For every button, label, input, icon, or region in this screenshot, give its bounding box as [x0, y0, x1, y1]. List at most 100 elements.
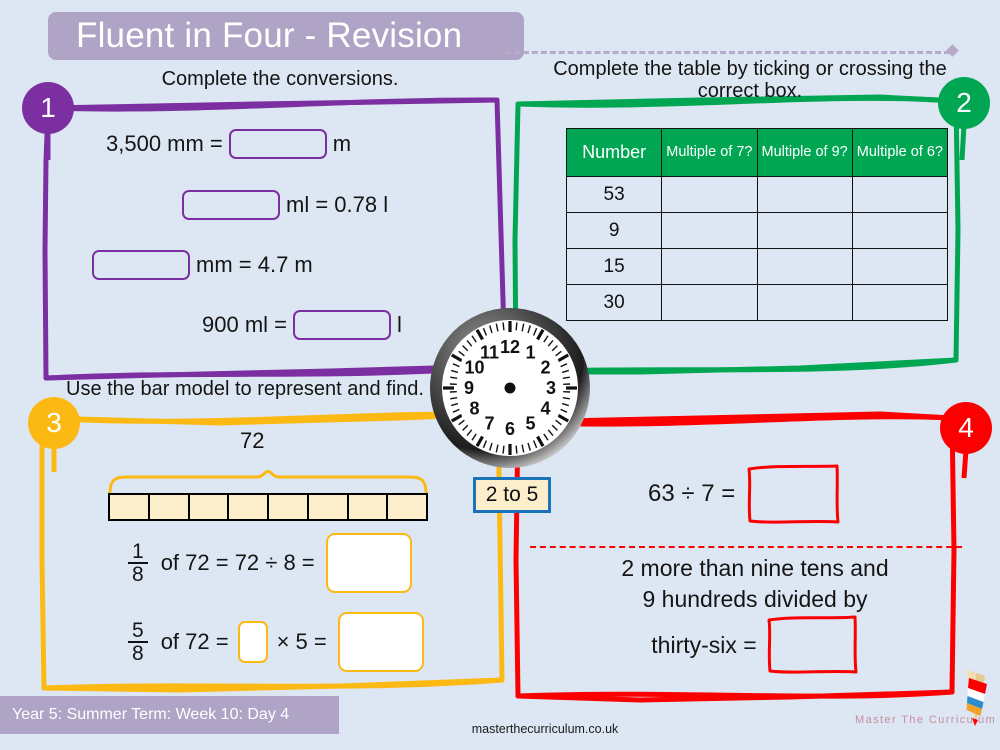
- fraction-denominator: 8: [128, 562, 148, 585]
- table-answer-cell[interactable]: [661, 284, 758, 321]
- page-title: Fluent in Four - Revision: [76, 16, 463, 55]
- title-dash-endpoint: [946, 44, 959, 57]
- page-title-bar: Fluent in Four - Revision: [48, 12, 524, 60]
- word-problem-line-2: 9 hundreds divided by: [642, 585, 868, 612]
- fraction-answer-input[interactable]: [325, 533, 412, 593]
- clock-time-label: 2 to 5: [473, 477, 551, 513]
- bar-segment: [349, 495, 389, 519]
- table-answer-cell[interactable]: [756, 212, 853, 249]
- fraction-equation-text: of 72 = 72 ÷ 8 =: [160, 550, 315, 575]
- conversion-row: ml = 0.78 l: [178, 190, 390, 220]
- table-answer-cell[interactable]: [756, 284, 853, 321]
- bar-segment: [110, 495, 150, 519]
- table-answer-cell[interactable]: [851, 284, 949, 321]
- clock-numeral-7: 7: [484, 414, 494, 434]
- conversion-answer-input[interactable]: [182, 190, 280, 220]
- panel-2-prompt: Complete the table by ticking or crossin…: [553, 58, 947, 103]
- fraction: 5 8: [128, 618, 148, 665]
- word-problem-line-1: 2 more than nine tens and: [621, 555, 889, 581]
- table-answer-cell[interactable]: [851, 176, 949, 213]
- table-header-cell: Number: [565, 128, 663, 177]
- panel-4-frame-bottom: [515, 689, 955, 699]
- multiples-table: Number Multiple of 7? Multiple of 9? Mul…: [565, 128, 949, 321]
- fraction-equation-text-b: × 5 =: [276, 629, 327, 654]
- table-number-cell: 15: [565, 248, 663, 285]
- clock-numeral-8: 8: [469, 399, 479, 419]
- table-number-cell: 9: [565, 212, 663, 249]
- clock-numeral-11: 11: [480, 343, 499, 363]
- footer-website-url: masterthecurriculum.co.uk: [471, 722, 619, 736]
- clock-numeral-12: 12: [500, 337, 520, 357]
- word-problem-answer-input[interactable]: [765, 614, 859, 676]
- table-header-row: Number Multiple of 7? Multiple of 9? Mul…: [565, 128, 949, 177]
- conversion-rhs: m: [332, 131, 352, 156]
- panel-1-frame-wobble: [45, 97, 500, 112]
- clock-numeral-2: 2: [540, 358, 550, 378]
- bar-model: [108, 493, 428, 521]
- bar-segment: [190, 495, 230, 519]
- table-answer-cell[interactable]: [661, 212, 758, 249]
- panel-4-divider: [530, 546, 962, 548]
- fraction-answer-input[interactable]: [337, 612, 424, 672]
- clock-numeral-9: 9: [464, 378, 474, 398]
- conversion-rhs: l: [397, 312, 402, 337]
- conversion-row: 900 ml = l: [200, 310, 404, 340]
- conversion-rhs: ml = 0.78 l: [286, 192, 389, 217]
- table-row: 53: [565, 176, 949, 213]
- footer-term-label: Year 5: Summer Term: Week 10: Day 4: [12, 706, 290, 723]
- conversion-answer-input[interactable]: [228, 129, 327, 159]
- division-answer-input[interactable]: [745, 462, 841, 526]
- pencil-logo: [966, 670, 987, 726]
- bar-model-brace: [108, 470, 428, 494]
- clock-numeral-5: 5: [525, 414, 535, 434]
- footer-term-band: Year 5: Summer Term: Week 10: Day 4: [0, 696, 339, 734]
- conversion-lhs: 3,500 mm =: [106, 131, 223, 156]
- table-answer-cell[interactable]: [661, 248, 758, 285]
- fraction-numerator: 5: [132, 618, 144, 642]
- clock-numeral-4: 4: [540, 399, 550, 419]
- badge-4-stem: [961, 449, 969, 479]
- analogue-clock: 12 1 2 3 4 5 6 7 8 9 10 11: [430, 308, 590, 468]
- fraction-unit-input[interactable]: [237, 621, 268, 663]
- table-header-cell: Multiple of 6?: [851, 128, 949, 177]
- panel-3-prompt: Use the bar model to represent and find.: [66, 378, 424, 400]
- word-problem-line-3: thirty-six =: [651, 631, 757, 658]
- bar-segment: [150, 495, 190, 519]
- conversion-row: mm = 4.7 m: [88, 250, 315, 280]
- table-answer-cell[interactable]: [756, 248, 853, 285]
- word-problem-line-3-row: thirty-six =: [560, 614, 950, 676]
- table-answer-cell[interactable]: [851, 248, 949, 285]
- fraction-numerator: 1: [132, 539, 144, 563]
- panel-1-badge: 1: [22, 82, 74, 134]
- table-row: 15: [565, 248, 949, 285]
- panel-4-badge: 4: [940, 402, 992, 454]
- bar-segment: [229, 495, 269, 519]
- table-answer-cell[interactable]: [756, 176, 853, 213]
- bar-segment: [388, 495, 426, 519]
- table-header-cell: Multiple of 7?: [661, 128, 758, 177]
- word-problem: 2 more than nine tens and 9 hundreds div…: [560, 553, 950, 676]
- conversion-answer-input[interactable]: [293, 310, 391, 340]
- bar-model-total-label: 72: [240, 428, 265, 453]
- panel-1-prompt: Complete the conversions.: [161, 68, 399, 90]
- bar-segment: [269, 495, 309, 519]
- panel-3-frame-bottom: [41, 677, 505, 691]
- worksheet-page: Fluent in Four - Revision Complete the c…: [0, 0, 1000, 750]
- fraction: 1 8: [128, 539, 148, 586]
- division-equation-text: 63 ÷ 7 =: [648, 480, 736, 507]
- conversion-row: 3,500 mm = m: [104, 129, 353, 159]
- fraction-denominator: 8: [128, 641, 148, 664]
- clock-numeral-3: 3: [546, 378, 556, 398]
- table-answer-cell[interactable]: [851, 212, 949, 249]
- title-dashed-rule: [505, 51, 950, 54]
- fraction-equation-row: 1 8 of 72 = 72 ÷ 8 =: [128, 533, 412, 593]
- conversion-answer-input[interactable]: [92, 250, 190, 280]
- division-equation-row: 63 ÷ 7 =: [648, 462, 841, 526]
- table-answer-cell[interactable]: [661, 176, 758, 213]
- clock-centre-pin: [504, 382, 516, 394]
- table-row: 30: [565, 284, 949, 321]
- table-row: 9: [565, 212, 949, 249]
- conversion-rhs: mm = 4.7 m: [196, 252, 313, 277]
- clock-numeral-6: 6: [505, 419, 515, 439]
- panel-3-badge: 3: [28, 397, 80, 449]
